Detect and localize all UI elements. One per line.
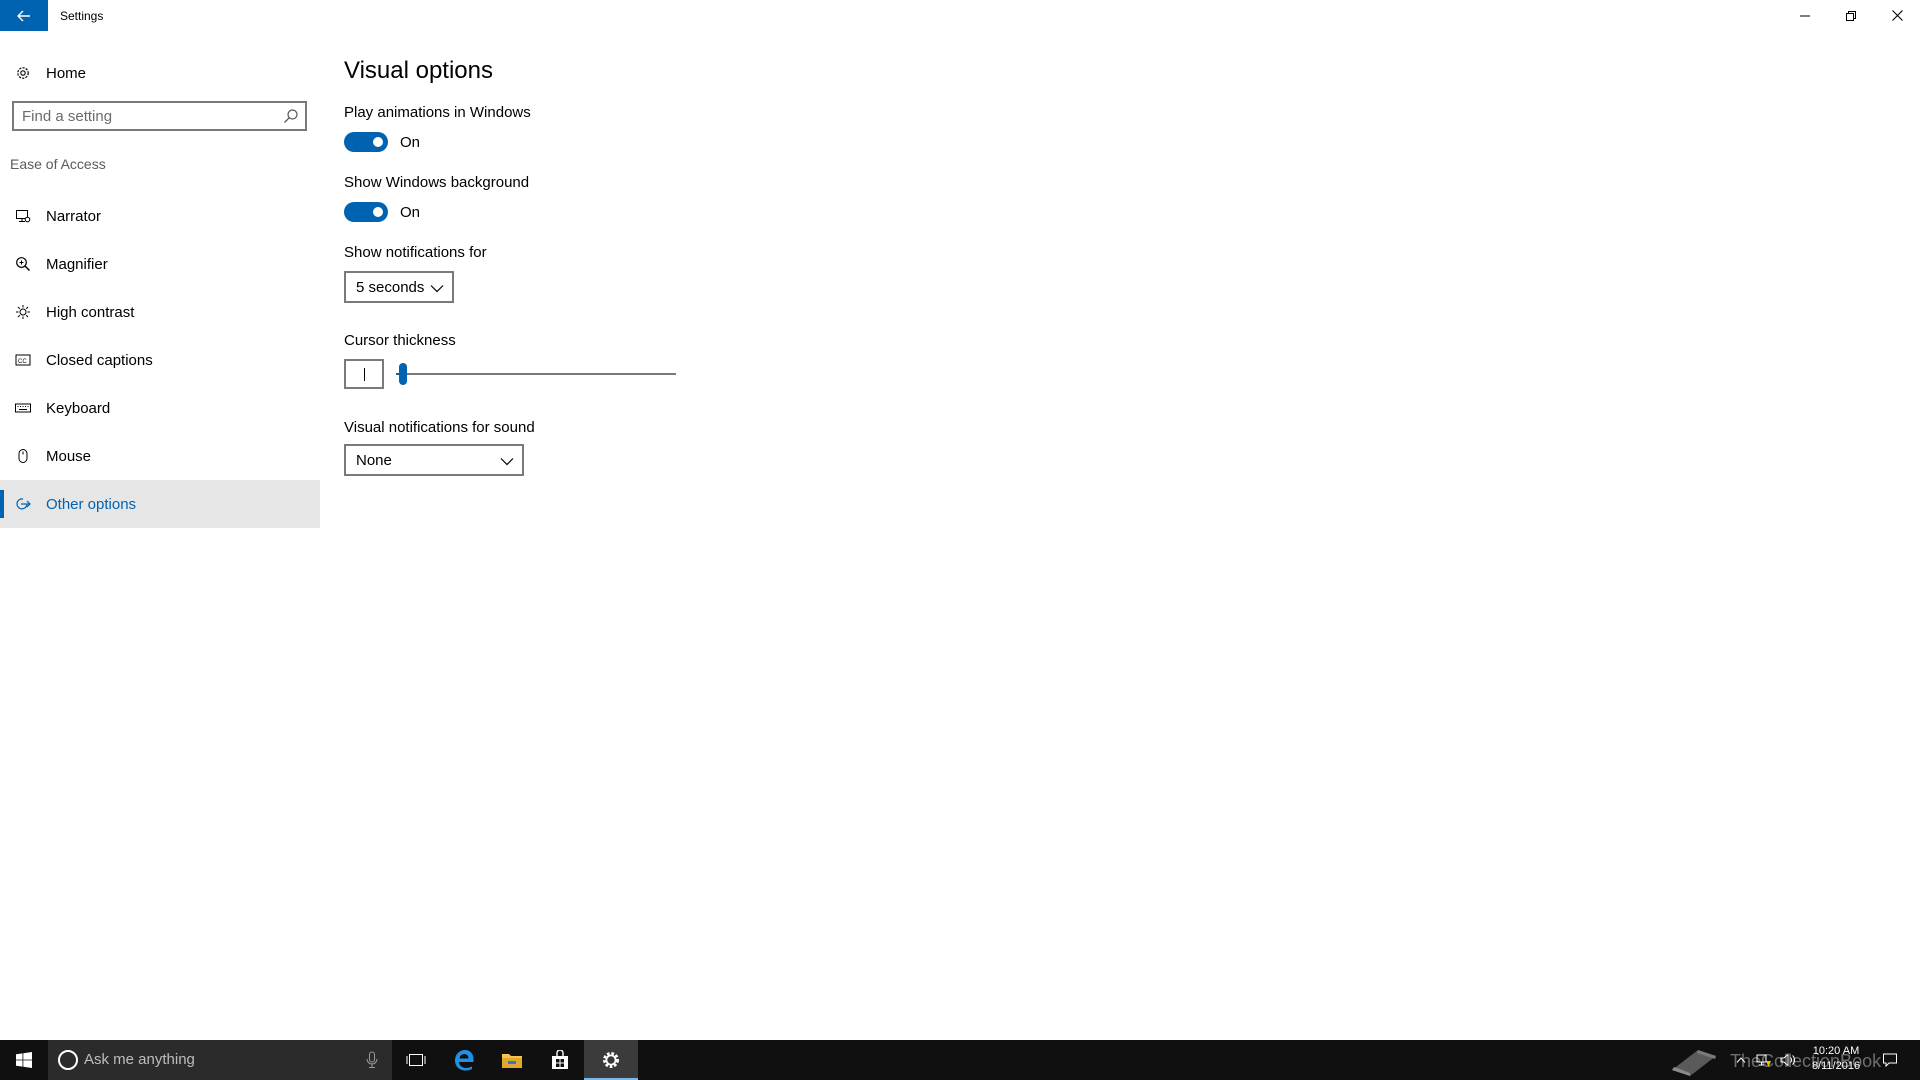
sidebar-item-magnifier[interactable]: Magnifier bbox=[0, 240, 320, 288]
task-view-button[interactable] bbox=[392, 1040, 440, 1080]
minimize-icon bbox=[1800, 15, 1810, 16]
close-button[interactable] bbox=[1874, 0, 1920, 31]
narrator-icon bbox=[0, 208, 46, 224]
taskbar: Ask me anything TheCollectionBook 10:20 … bbox=[0, 1040, 1920, 1080]
sound-notifications-label: Visual notifications for sound bbox=[344, 419, 535, 436]
store-icon bbox=[552, 1050, 568, 1069]
action-center-icon bbox=[1883, 1053, 1897, 1068]
back-button[interactable] bbox=[0, 0, 48, 31]
section-label: Ease of Access bbox=[10, 156, 106, 172]
slider-thumb[interactable] bbox=[399, 363, 407, 385]
file-explorer-button[interactable] bbox=[488, 1040, 536, 1080]
taskbar-clock[interactable]: 10:20 AM 8/11/2016 bbox=[1800, 1044, 1872, 1074]
mouse-icon bbox=[0, 448, 46, 464]
show-hidden-icons-button[interactable] bbox=[1730, 1040, 1752, 1080]
sidebar-item-home[interactable]: Home bbox=[0, 54, 320, 92]
sidebar-item-narrator[interactable]: Narrator bbox=[0, 192, 320, 240]
clock-time: 10:20 AM bbox=[1812, 1045, 1860, 1057]
store-button[interactable] bbox=[536, 1040, 584, 1080]
sidebar-item-label: Closed captions bbox=[46, 351, 153, 369]
animations-state: On bbox=[400, 133, 421, 151]
cursor-thickness-label: Cursor thickness bbox=[344, 332, 456, 349]
folder-icon bbox=[502, 1054, 522, 1068]
restore-button[interactable] bbox=[1828, 0, 1874, 31]
sidebar-item-label: High contrast bbox=[46, 303, 135, 321]
sidebar-item-keyboard[interactable]: Keyboard bbox=[0, 384, 320, 432]
page-title: Visual options bbox=[344, 57, 493, 84]
window-title: Settings bbox=[60, 9, 104, 23]
sidebar-item-closed-captions[interactable]: CC Closed captions bbox=[0, 336, 320, 384]
animations-toggle-row: On bbox=[344, 132, 420, 152]
notifications-label: Show notifications for bbox=[344, 244, 487, 261]
network-button[interactable] bbox=[1752, 1040, 1776, 1080]
action-center-button[interactable] bbox=[1872, 1040, 1908, 1080]
edge-icon bbox=[455, 1050, 474, 1071]
other-options-icon bbox=[0, 496, 46, 512]
cursor-caret bbox=[364, 368, 365, 381]
sidebar-item-mouse[interactable]: Mouse bbox=[0, 432, 320, 480]
microphone-icon[interactable] bbox=[366, 1051, 378, 1069]
task-view-icon bbox=[406, 1054, 426, 1066]
search-box bbox=[12, 101, 307, 131]
windows-logo-icon bbox=[16, 1052, 32, 1068]
search-input[interactable] bbox=[22, 107, 272, 125]
notifications-value: 5 seconds bbox=[356, 278, 425, 296]
background-toggle-row: On bbox=[344, 202, 420, 222]
sidebar-item-other-options[interactable]: Other options bbox=[0, 480, 320, 528]
background-label: Show Windows background bbox=[344, 174, 530, 191]
restore-icon bbox=[1846, 10, 1856, 21]
sidebar-item-label: Magnifier bbox=[46, 255, 108, 273]
chevron-down-icon bbox=[430, 285, 444, 293]
keyboard-icon bbox=[0, 400, 46, 416]
background-toggle[interactable] bbox=[344, 202, 388, 222]
high-contrast-icon bbox=[0, 304, 46, 320]
background-state: On bbox=[400, 203, 421, 221]
gear-icon bbox=[603, 1052, 619, 1068]
cortana-icon bbox=[58, 1050, 78, 1070]
animations-label: Play animations in Windows bbox=[344, 104, 531, 121]
notifications-dropdown[interactable]: 5 seconds bbox=[344, 271, 454, 303]
sidebar-item-label: Home bbox=[46, 64, 87, 82]
arrow-left-icon bbox=[17, 10, 30, 21]
start-button[interactable] bbox=[0, 1040, 48, 1080]
volume-icon bbox=[1780, 1053, 1795, 1067]
taskbar-search-placeholder: Ask me anything bbox=[84, 1051, 195, 1068]
edge-button[interactable] bbox=[440, 1040, 488, 1080]
book-logo-icon bbox=[1672, 1050, 1716, 1076]
sidebar: Home Ease of Access Narrator Magnifier H… bbox=[0, 39, 320, 1039]
sidebar-item-high-contrast[interactable]: High contrast bbox=[0, 288, 320, 336]
volume-button[interactable] bbox=[1776, 1040, 1800, 1080]
minimize-button[interactable] bbox=[1782, 0, 1828, 31]
sidebar-nav: Narrator Magnifier High contrast CC Clos… bbox=[0, 192, 320, 528]
magnifier-icon bbox=[0, 256, 46, 272]
cursor-thickness-slider[interactable] bbox=[396, 363, 676, 385]
gear-icon bbox=[0, 65, 46, 81]
sidebar-item-label: Narrator bbox=[46, 207, 102, 225]
close-icon bbox=[1891, 10, 1903, 21]
title-bar: Settings bbox=[0, 0, 1920, 39]
clock-date: 8/11/2016 bbox=[1811, 1060, 1861, 1072]
toggle-knob bbox=[373, 137, 383, 147]
sidebar-item-label: Mouse bbox=[46, 447, 92, 465]
svg-text:CC: CC bbox=[18, 359, 27, 365]
cursor-preview bbox=[344, 359, 384, 389]
taskbar-search[interactable]: Ask me anything bbox=[48, 1040, 392, 1080]
sidebar-item-label: Other options bbox=[46, 495, 137, 513]
sound-notifications-value: None bbox=[356, 451, 392, 469]
sidebar-item-label: Keyboard bbox=[46, 399, 111, 417]
sound-notifications-dropdown[interactable]: None bbox=[344, 444, 524, 476]
chevron-up-icon bbox=[1736, 1057, 1746, 1063]
toggle-knob bbox=[373, 207, 383, 217]
network-icon bbox=[1756, 1054, 1771, 1067]
animations-toggle[interactable] bbox=[344, 132, 388, 152]
chevron-down-icon bbox=[500, 458, 514, 466]
closed-captions-icon: CC bbox=[0, 352, 46, 368]
search-icon[interactable] bbox=[283, 108, 299, 124]
settings-taskbar-button[interactable] bbox=[584, 1040, 638, 1080]
